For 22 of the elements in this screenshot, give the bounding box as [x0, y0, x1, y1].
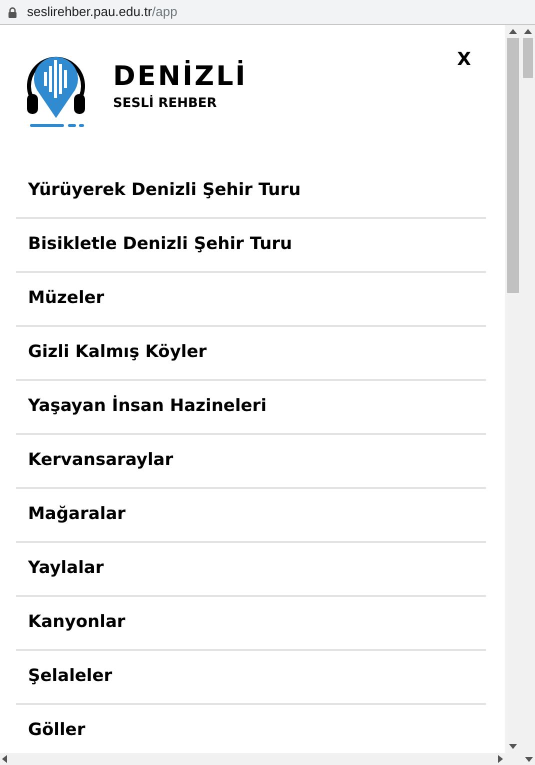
- menu-item[interactable]: Bisikletle Denizli Şehir Turu: [16, 219, 486, 271]
- lock-icon: [8, 6, 17, 18]
- scrollbar-thumb[interactable]: [522, 38, 532, 78]
- menu-item[interactable]: Kervansaraylar: [16, 435, 486, 487]
- scroll-down-arrow-icon[interactable]: [508, 744, 516, 749]
- menu-item[interactable]: Kanyonlar: [16, 597, 486, 649]
- menu-item[interactable]: Gizli Kalmış Köyler: [16, 327, 486, 379]
- menu-item[interactable]: Yaşayan İnsan Hazineleri: [16, 381, 486, 433]
- menu-item[interactable]: Yaylalar: [16, 543, 486, 595]
- menu-item[interactable]: Mağaralar: [16, 489, 486, 541]
- menu-item[interactable]: Şelaleler: [16, 651, 486, 703]
- menu-item[interactable]: Yürüyerek Denizli Şehir Turu: [16, 165, 486, 217]
- app-subtitle: SESLİ REHBER: [113, 96, 218, 112]
- menu-item[interactable]: Göller: [16, 705, 486, 757]
- scroll-right-arrow-icon[interactable]: [498, 755, 503, 763]
- app-title: DENİZLİ: [113, 62, 248, 92]
- scroll-down-arrow-icon[interactable]: [525, 756, 533, 762]
- close-button[interactable]: X: [457, 51, 471, 69]
- menu-item[interactable]: Müzeler: [16, 273, 486, 325]
- url-text[interactable]: seslirehber.pau.edu.tr/app: [27, 2, 178, 22]
- scroll-left-arrow-icon[interactable]: [2, 755, 7, 763]
- scrollbar-thumb[interactable]: [506, 38, 518, 293]
